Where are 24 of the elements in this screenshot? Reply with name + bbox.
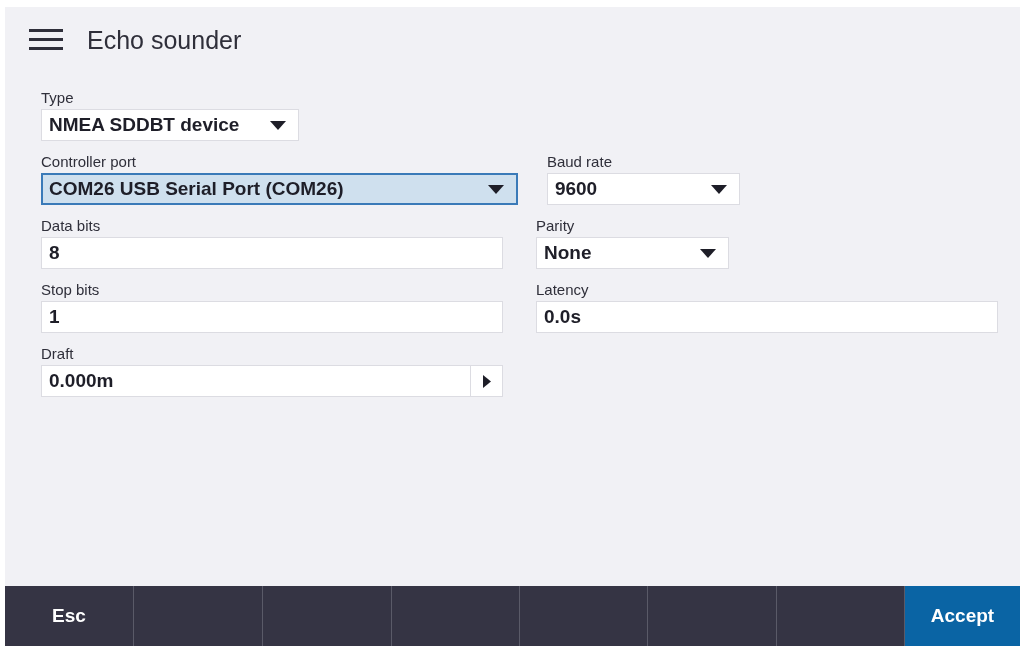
input-field[interactable]: 0.0s [536,301,998,333]
field-label: Baud rate [546,152,613,172]
input-field[interactable]: 0.000m [41,365,503,397]
dropdown-arrow-icon [270,120,286,130]
field-label: Draft [41,344,75,364]
field-label: Data bits [41,216,102,236]
field-label: Parity [536,216,576,236]
screen-title: Echo sounder [87,25,242,55]
dropdown[interactable]: 9600 [546,173,740,205]
input-field[interactable]: 8 [41,237,503,269]
input-field[interactable]: 1 [41,301,503,333]
dropdown[interactable]: None [536,237,729,269]
dropdown[interactable]: NMEA SDDBT device [41,109,299,141]
dropdown-arrow-icon [710,184,727,194]
dropdown[interactable]: COM26 USB Serial Port (COM26) [41,173,518,205]
field-label: Stop bits [41,280,101,300]
field-label: Latency [536,280,590,300]
accept-button[interactable]: Accept [905,586,1020,646]
dropdown-arrow-icon [700,248,716,258]
field-label: Controller port [41,152,138,172]
play-arrow-icon [482,374,491,388]
dropdown-arrow-icon [488,184,504,194]
field-label: Type [41,88,75,108]
menu-icon[interactable] [29,28,63,52]
